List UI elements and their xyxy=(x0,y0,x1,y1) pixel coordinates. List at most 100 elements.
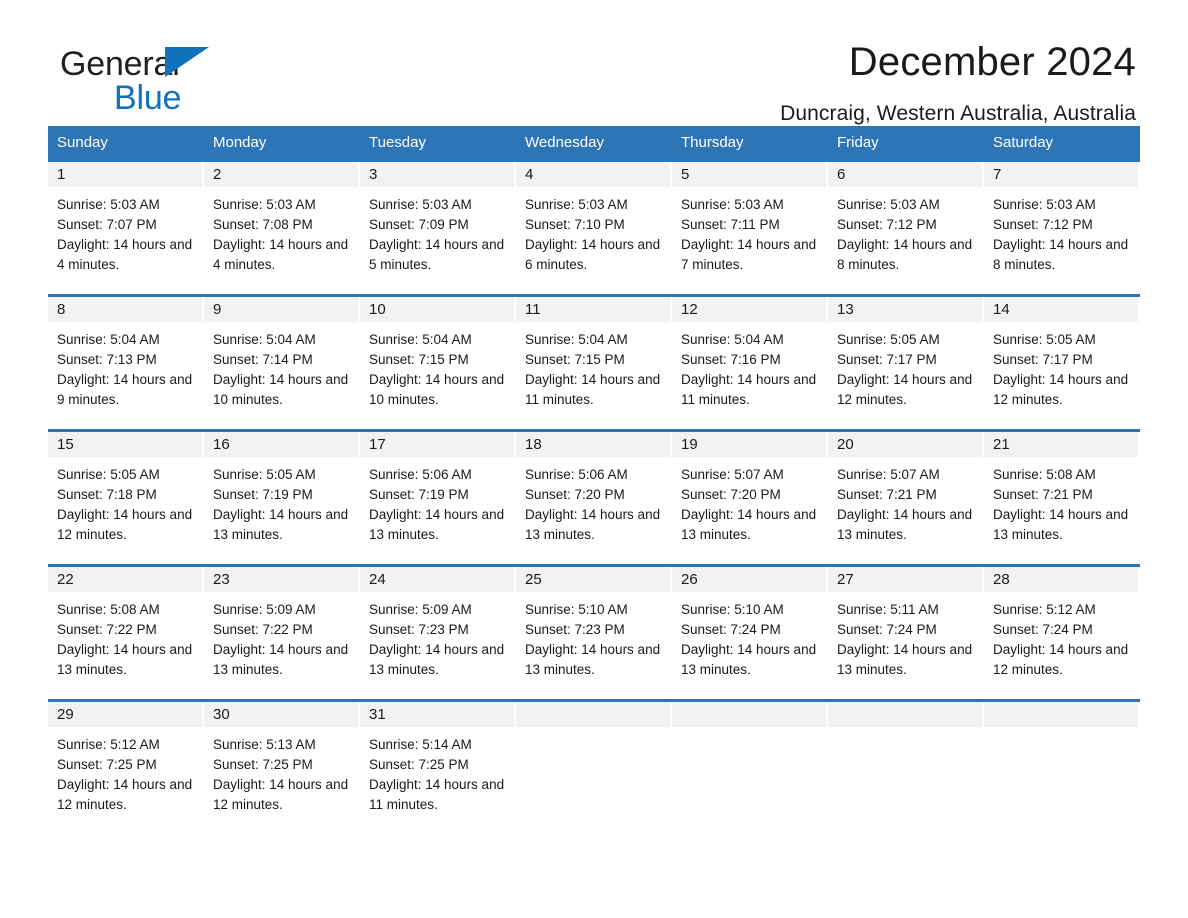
day-cell[interactable]: 31 Sunrise: 5:14 AM Sunset: 7:25 PM Dayl… xyxy=(360,702,516,834)
day-cell[interactable]: 29 Sunrise: 5:12 AM Sunset: 7:25 PM Dayl… xyxy=(48,702,204,834)
day-info: Sunrise: 5:12 AM Sunset: 7:24 PM Dayligh… xyxy=(984,592,1140,680)
day-cell-empty xyxy=(984,702,1140,834)
day-number: 6 xyxy=(837,166,846,183)
day-cell[interactable]: 28 Sunrise: 5:12 AM Sunset: 7:24 PM Dayl… xyxy=(984,567,1140,699)
sunrise-text: Sunrise: 5:09 AM xyxy=(213,602,316,617)
day-info: Sunrise: 5:04 AM Sunset: 7:15 PM Dayligh… xyxy=(516,322,672,410)
day-cell[interactable]: 9 Sunrise: 5:04 AM Sunset: 7:14 PM Dayli… xyxy=(204,297,360,429)
day-date-bar: 20 xyxy=(828,432,984,457)
sunrise-text: Sunrise: 5:03 AM xyxy=(525,197,628,212)
sunrise-text: Sunrise: 5:04 AM xyxy=(369,332,472,347)
daylight-text: Daylight: 14 hours and 11 minutes. xyxy=(369,777,505,812)
daylight-text: Daylight: 14 hours and 12 minutes. xyxy=(57,777,193,812)
day-info: Sunrise: 5:06 AM Sunset: 7:20 PM Dayligh… xyxy=(516,457,672,545)
sunset-text: Sunset: 7:24 PM xyxy=(993,622,1093,637)
sunrise-text: Sunrise: 5:14 AM xyxy=(369,737,472,752)
day-date-bar: 25 xyxy=(516,567,672,592)
sunset-text: Sunset: 7:14 PM xyxy=(213,352,313,367)
sunrise-text: Sunrise: 5:04 AM xyxy=(681,332,784,347)
day-info: Sunrise: 5:05 AM Sunset: 7:17 PM Dayligh… xyxy=(828,322,984,410)
day-cell[interactable]: 6 Sunrise: 5:03 AM Sunset: 7:12 PM Dayli… xyxy=(828,162,984,294)
day-cell[interactable]: 20 Sunrise: 5:07 AM Sunset: 7:21 PM Dayl… xyxy=(828,432,984,564)
day-date-bar: 1 xyxy=(48,162,204,187)
day-date-bar: 8 xyxy=(48,297,204,322)
day-date-bar: 11 xyxy=(516,297,672,322)
generalblue-logo[interactable]: General Blue xyxy=(60,45,360,123)
sunset-text: Sunset: 7:20 PM xyxy=(525,487,625,502)
day-cell[interactable]: 10 Sunrise: 5:04 AM Sunset: 7:15 PM Dayl… xyxy=(360,297,516,429)
sunset-text: Sunset: 7:12 PM xyxy=(993,217,1093,232)
day-date-bar: 31 xyxy=(360,702,516,727)
day-date-bar: 12 xyxy=(672,297,828,322)
weekday-header-tuesday: Tuesday xyxy=(369,134,426,151)
day-number: 14 xyxy=(993,301,1010,318)
day-cell[interactable]: 30 Sunrise: 5:13 AM Sunset: 7:25 PM Dayl… xyxy=(204,702,360,834)
week-row: 8 Sunrise: 5:04 AM Sunset: 7:13 PM Dayli… xyxy=(48,294,1140,429)
day-number: 19 xyxy=(681,436,698,453)
day-cell[interactable]: 4 Sunrise: 5:03 AM Sunset: 7:10 PM Dayli… xyxy=(516,162,672,294)
day-cell[interactable]: 1 Sunrise: 5:03 AM Sunset: 7:07 PM Dayli… xyxy=(48,162,204,294)
day-number: 23 xyxy=(213,571,230,588)
day-info: Sunrise: 5:06 AM Sunset: 7:19 PM Dayligh… xyxy=(360,457,516,545)
day-cell[interactable]: 22 Sunrise: 5:08 AM Sunset: 7:22 PM Dayl… xyxy=(48,567,204,699)
day-info: Sunrise: 5:11 AM Sunset: 7:24 PM Dayligh… xyxy=(828,592,984,680)
sunrise-text: Sunrise: 5:04 AM xyxy=(57,332,160,347)
day-cell[interactable]: 14 Sunrise: 5:05 AM Sunset: 7:17 PM Dayl… xyxy=(984,297,1140,429)
sunrise-text: Sunrise: 5:11 AM xyxy=(837,602,939,617)
daylight-text: Daylight: 14 hours and 13 minutes. xyxy=(837,642,973,677)
day-cell[interactable]: 27 Sunrise: 5:11 AM Sunset: 7:24 PM Dayl… xyxy=(828,567,984,699)
sunrise-text: Sunrise: 5:12 AM xyxy=(993,602,1096,617)
page-header: General Blue December 2024 Duncraig, Wes… xyxy=(48,0,1140,125)
daylight-text: Daylight: 14 hours and 10 minutes. xyxy=(213,372,349,407)
daylight-text: Daylight: 14 hours and 4 minutes. xyxy=(213,237,349,272)
day-cell[interactable]: 25 Sunrise: 5:10 AM Sunset: 7:23 PM Dayl… xyxy=(516,567,672,699)
day-cell[interactable]: 5 Sunrise: 5:03 AM Sunset: 7:11 PM Dayli… xyxy=(672,162,828,294)
sunset-text: Sunset: 7:15 PM xyxy=(525,352,625,367)
day-date-bar: 26 xyxy=(672,567,828,592)
sunrise-text: Sunrise: 5:06 AM xyxy=(369,467,472,482)
day-cell[interactable]: 13 Sunrise: 5:05 AM Sunset: 7:17 PM Dayl… xyxy=(828,297,984,429)
day-number: 1 xyxy=(57,166,66,183)
day-cell-empty xyxy=(672,702,828,834)
day-cell[interactable]: 3 Sunrise: 5:03 AM Sunset: 7:09 PM Dayli… xyxy=(360,162,516,294)
day-date-bar xyxy=(984,702,1140,727)
day-cell[interactable]: 18 Sunrise: 5:06 AM Sunset: 7:20 PM Dayl… xyxy=(516,432,672,564)
day-info: Sunrise: 5:09 AM Sunset: 7:23 PM Dayligh… xyxy=(360,592,516,680)
day-cell[interactable]: 24 Sunrise: 5:09 AM Sunset: 7:23 PM Dayl… xyxy=(360,567,516,699)
daylight-text: Daylight: 14 hours and 12 minutes. xyxy=(57,507,193,542)
day-cell[interactable]: 16 Sunrise: 5:05 AM Sunset: 7:19 PM Dayl… xyxy=(204,432,360,564)
day-date-bar: 16 xyxy=(204,432,360,457)
day-cell[interactable]: 26 Sunrise: 5:10 AM Sunset: 7:24 PM Dayl… xyxy=(672,567,828,699)
day-cell[interactable]: 21 Sunrise: 5:08 AM Sunset: 7:21 PM Dayl… xyxy=(984,432,1140,564)
day-cell[interactable]: 8 Sunrise: 5:04 AM Sunset: 7:13 PM Dayli… xyxy=(48,297,204,429)
day-cell[interactable]: 7 Sunrise: 5:03 AM Sunset: 7:12 PM Dayli… xyxy=(984,162,1140,294)
sunset-text: Sunset: 7:17 PM xyxy=(837,352,937,367)
sunset-text: Sunset: 7:15 PM xyxy=(369,352,469,367)
day-cell[interactable]: 23 Sunrise: 5:09 AM Sunset: 7:22 PM Dayl… xyxy=(204,567,360,699)
day-date-bar: 6 xyxy=(828,162,984,187)
daylight-text: Daylight: 14 hours and 4 minutes. xyxy=(57,237,193,272)
day-number: 15 xyxy=(57,436,74,453)
day-date-bar: 3 xyxy=(360,162,516,187)
day-number: 7 xyxy=(993,166,1002,183)
day-number: 20 xyxy=(837,436,854,453)
day-date-bar: 9 xyxy=(204,297,360,322)
sunset-text: Sunset: 7:18 PM xyxy=(57,487,157,502)
daylight-text: Daylight: 14 hours and 12 minutes. xyxy=(837,372,973,407)
day-cell[interactable]: 17 Sunrise: 5:06 AM Sunset: 7:19 PM Dayl… xyxy=(360,432,516,564)
day-date-bar: 22 xyxy=(48,567,204,592)
day-cell[interactable]: 12 Sunrise: 5:04 AM Sunset: 7:16 PM Dayl… xyxy=(672,297,828,429)
day-cell[interactable]: 11 Sunrise: 5:04 AM Sunset: 7:15 PM Dayl… xyxy=(516,297,672,429)
day-date-bar: 23 xyxy=(204,567,360,592)
day-cell[interactable]: 19 Sunrise: 5:07 AM Sunset: 7:20 PM Dayl… xyxy=(672,432,828,564)
day-cell[interactable]: 2 Sunrise: 5:03 AM Sunset: 7:08 PM Dayli… xyxy=(204,162,360,294)
day-number: 26 xyxy=(681,571,698,588)
weekday-header-thursday: Thursday xyxy=(681,134,744,151)
sunset-text: Sunset: 7:25 PM xyxy=(369,757,469,772)
daylight-text: Daylight: 14 hours and 8 minutes. xyxy=(837,237,973,272)
day-date-bar: 19 xyxy=(672,432,828,457)
day-date-bar: 30 xyxy=(204,702,360,727)
sunset-text: Sunset: 7:23 PM xyxy=(525,622,625,637)
day-cell[interactable]: 15 Sunrise: 5:05 AM Sunset: 7:18 PM Dayl… xyxy=(48,432,204,564)
daylight-text: Daylight: 14 hours and 9 minutes. xyxy=(57,372,193,407)
